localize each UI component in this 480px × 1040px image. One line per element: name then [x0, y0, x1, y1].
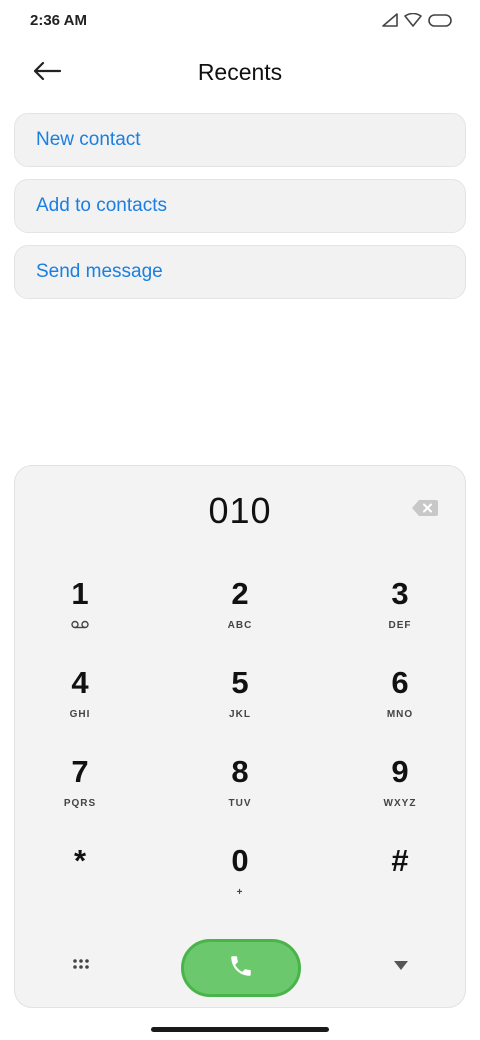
backspace-button[interactable]	[409, 498, 441, 522]
key-digit: 8	[231, 754, 249, 789]
key-7[interactable]: 7 PQRS	[30, 747, 130, 819]
key-9[interactable]: 9 WXYZ	[350, 747, 450, 819]
key-letters: GHI	[69, 709, 91, 720]
key-1[interactable]: 1	[30, 569, 130, 641]
key-letters: TUV	[228, 798, 252, 809]
phone-icon	[228, 953, 254, 984]
key-letters: ABC	[227, 620, 253, 631]
key-digit: 2	[231, 576, 249, 611]
dialed-number: 010	[208, 490, 272, 531]
key-digit: 6	[391, 665, 409, 700]
key-digit: 4	[71, 665, 89, 700]
key-letters: MNO	[386, 709, 414, 720]
key-digit: 7	[71, 754, 89, 789]
key-8[interactable]: 8 TUV	[190, 747, 290, 819]
key-letters: WXYZ	[383, 798, 417, 809]
key-letters: JKL	[229, 709, 251, 720]
key-digit: 3	[391, 576, 409, 611]
chevron-down-icon	[393, 958, 409, 976]
key-4[interactable]: 4 GHI	[30, 658, 130, 730]
home-indicator[interactable]	[151, 1027, 329, 1032]
key-3[interactable]: 3 DEF	[350, 569, 450, 641]
dialpad-grid-button[interactable]	[65, 951, 97, 983]
dialpad-grid-icon	[73, 958, 89, 976]
call-button[interactable]	[181, 939, 301, 997]
key-0[interactable]: 0 +	[190, 836, 290, 908]
new-contact-button[interactable]: New contact	[14, 113, 466, 167]
add-to-contacts-button[interactable]: Add to contacts	[14, 179, 466, 233]
key-digit: 1	[71, 576, 89, 611]
key-letters: DEF	[388, 620, 412, 631]
voicemail-icon	[71, 620, 89, 632]
signal-icon	[382, 13, 398, 32]
dialpad: 010 1 2 ABC 3 DEF 4 GHI 5 JKL 6 MNO 7 PQ…	[14, 465, 466, 1008]
key-digit: 9	[391, 754, 409, 789]
send-message-label: Send message	[36, 261, 163, 282]
key-digit: *	[73, 843, 87, 878]
key-6[interactable]: 6 MNO	[350, 658, 450, 730]
wifi-icon	[404, 12, 422, 32]
status-time: 2:36 AM	[30, 12, 87, 29]
backspace-icon	[411, 499, 439, 522]
key-5[interactable]: 5 JKL	[190, 658, 290, 730]
status-icons	[382, 12, 452, 32]
collapse-dialpad-button[interactable]	[385, 951, 417, 983]
key-letters: PQRS	[63, 798, 97, 809]
key-digit: 0	[231, 843, 249, 878]
header: Recents	[0, 44, 480, 102]
send-message-button[interactable]: Send message	[14, 245, 466, 299]
key-digit: #	[391, 843, 409, 878]
battery-icon	[428, 13, 452, 32]
new-contact-label: New contact	[36, 129, 141, 150]
key-star[interactable]: *	[30, 836, 130, 908]
key-letters: +	[236, 887, 244, 898]
key-digit: 5	[231, 665, 249, 700]
status-bar: 2:36 AM	[0, 0, 480, 44]
add-to-contacts-label: Add to contacts	[36, 195, 167, 216]
page-title: Recents	[197, 59, 283, 85]
key-hash[interactable]: #	[350, 836, 450, 908]
key-2[interactable]: 2 ABC	[190, 569, 290, 641]
